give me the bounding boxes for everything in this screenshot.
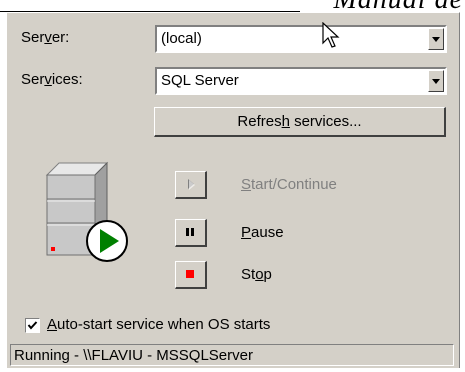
status-text: Running - \\FLAVIU - MSSQLServer (14, 347, 253, 364)
server-value: (local) (161, 30, 202, 47)
services-value: SQL Server (161, 72, 239, 89)
services-dropdown-arrow-icon[interactable] (428, 70, 444, 92)
server-icon (45, 161, 128, 262)
pause-label: Pause (241, 224, 284, 241)
status-bar: Running - \\FLAVIU - MSSQLServer (10, 344, 454, 366)
server-label: Server: (21, 29, 70, 46)
stop-button[interactable] (175, 261, 207, 289)
autostart-label[interactable]: Auto-start service when OS starts (47, 316, 270, 333)
services-combobox[interactable]: SQL Server (155, 67, 447, 95)
stop-label: Stop (241, 266, 272, 283)
sql-service-manager-dialog: Server: (local) Services: SQL Server Ref… (6, 12, 460, 368)
mouse-cursor-icon (322, 22, 340, 48)
start-continue-label: Start/Continue (241, 176, 337, 193)
start-continue-button[interactable] (175, 171, 207, 199)
autostart-checkbox[interactable] (25, 318, 40, 333)
services-label: Services: (21, 71, 83, 88)
play-icon (188, 179, 195, 190)
checkmark-icon (27, 321, 38, 330)
pause-button[interactable] (175, 219, 207, 247)
server-combobox[interactable]: (local) (155, 25, 447, 53)
refresh-services-button[interactable]: Refresh services... (154, 107, 446, 137)
stop-icon (186, 270, 194, 278)
server-dropdown-arrow-icon[interactable] (428, 28, 444, 50)
pause-icon (186, 228, 194, 236)
